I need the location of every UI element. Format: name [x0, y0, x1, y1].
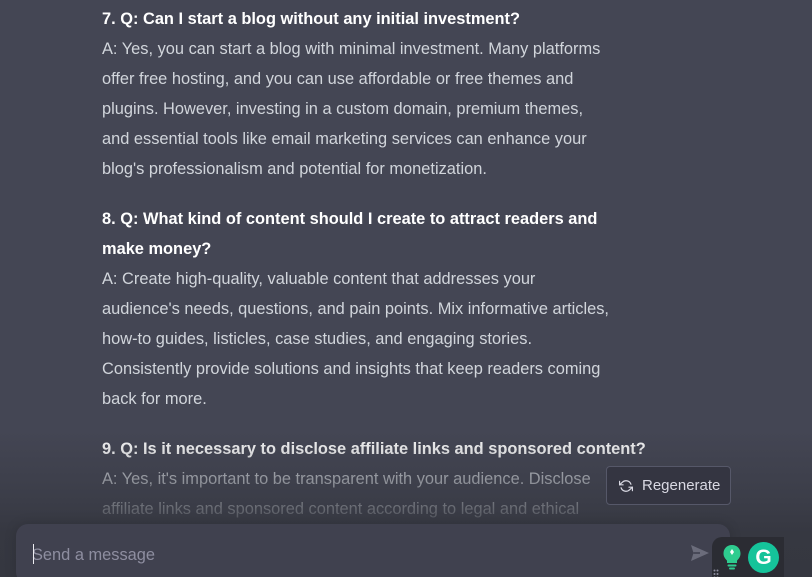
faq-question: 8. Q: What kind of content should I crea…: [102, 204, 702, 264]
question-line: 8. Q: What kind of content should I crea…: [102, 210, 598, 228]
text-caret: [33, 544, 34, 564]
faq-question: 7. Q: Can I start a blog without any ini…: [102, 10, 521, 28]
faq-item-8: 8. Q: What kind of content should I crea…: [102, 204, 702, 414]
answer-line: offer free hosting, and you can use affo…: [102, 70, 574, 88]
message-composer: [16, 524, 730, 577]
answer-line: plugins. However, investing in a custom …: [102, 100, 584, 118]
answer-line: audience's needs, questions, and pain po…: [102, 300, 609, 318]
answer-line: A: Yes, you can start a blog with minima…: [102, 40, 601, 58]
answer-line: back for more.: [102, 390, 207, 408]
send-button[interactable]: [690, 544, 712, 564]
faq-item-7: 7. Q: Can I start a blog without any ini…: [102, 4, 702, 184]
answer-line: Consistently provide solutions and insig…: [102, 360, 601, 378]
message-input[interactable]: [32, 544, 672, 566]
drag-handle-icon[interactable]: [713, 566, 719, 577]
lightbulb-icon[interactable]: [722, 544, 742, 570]
answer-line: and essential tools like email marketing…: [102, 130, 587, 148]
answer-line: how-to guides, listicles, case studies, …: [102, 330, 533, 348]
answer-line: blog's professionalism and potential for…: [102, 160, 487, 178]
refresh-icon: [619, 479, 633, 493]
answer-line: A: Create high-quality, valuable content…: [102, 270, 536, 288]
chat-page: 7. Q: Can I start a blog without any ini…: [0, 0, 812, 577]
assistant-message: 7. Q: Can I start a blog without any ini…: [102, 4, 702, 524]
grammarly-icon[interactable]: G: [748, 542, 779, 573]
question-line: make money?: [102, 240, 212, 258]
faq-question: 9. Q: Is it necessary to disclose affili…: [102, 440, 646, 458]
faq-answer: A: Yes, you can start a blog with minima…: [102, 34, 702, 184]
regenerate-label: Regenerate: [642, 477, 721, 494]
grammarly-letter: G: [755, 545, 772, 569]
faq-answer: A: Create high-quality, valuable content…: [102, 264, 702, 414]
send-icon: [690, 545, 710, 566]
regenerate-button[interactable]: Regenerate: [606, 466, 731, 505]
